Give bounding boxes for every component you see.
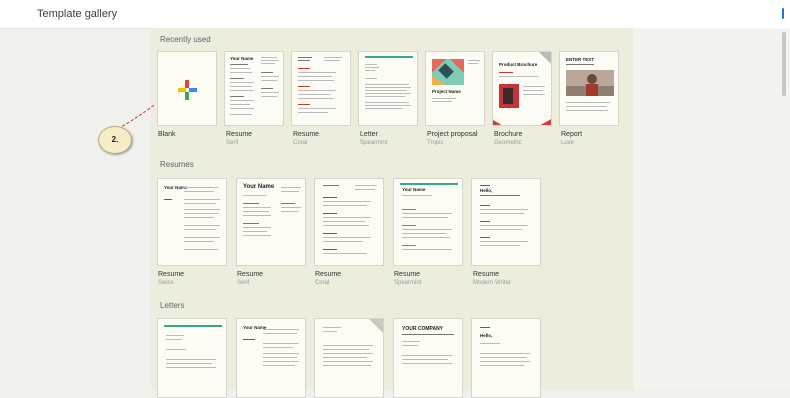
thumb-heading: ENTER TEXT bbox=[566, 57, 595, 62]
template-card-resume-coral-2[interactable] bbox=[314, 178, 384, 266]
template-name-brochure: Brochure bbox=[494, 131, 523, 138]
template-name-project-proposal: Project proposal bbox=[427, 131, 478, 138]
template-card-letter-5[interactable]: Hello, bbox=[471, 318, 541, 398]
scrollbar[interactable] bbox=[782, 32, 786, 96]
thumb-heading: Project Name bbox=[432, 89, 461, 94]
template-name-report: Report bbox=[561, 131, 583, 138]
template-sub-resume-serif: Serif bbox=[226, 140, 239, 146]
thumb-heading: YOUR COMPANY bbox=[402, 326, 444, 332]
template-card-resume-serif[interactable]: Your Name bbox=[224, 51, 284, 126]
template-card-letter-4[interactable]: YOUR COMPANY bbox=[393, 318, 463, 398]
template-sub-resume-serif-2: Serif bbox=[237, 280, 250, 286]
template-sub-report: Luxe bbox=[561, 140, 575, 146]
thumb-heading: Your Name bbox=[230, 56, 254, 61]
template-sub-project-proposal: Tropic bbox=[427, 140, 444, 146]
template-sub-resume-coral: Coral bbox=[293, 140, 308, 146]
step-callout-badge: 2. bbox=[98, 126, 132, 154]
report-cover-photo bbox=[566, 70, 614, 96]
template-card-brochure[interactable]: Product Brochure bbox=[492, 51, 552, 126]
right-empty-area bbox=[633, 28, 790, 389]
template-card-resume-serif-2[interactable]: Your Name bbox=[236, 178, 306, 266]
template-name-resume-serif-2: Resume bbox=[237, 271, 264, 278]
template-card-letter-spearmint[interactable] bbox=[358, 51, 418, 126]
template-sub-brochure: Geometric bbox=[494, 140, 522, 146]
template-card-resume-modern-writer[interactable]: Hello, bbox=[471, 178, 541, 266]
template-card-resume-coral[interactable] bbox=[291, 51, 351, 126]
thumb-heading: Your Name bbox=[243, 184, 275, 190]
template-sub-resume-coral-2: Coral bbox=[315, 280, 330, 286]
top-bar: Template gallery bbox=[0, 0, 790, 29]
template-card-report[interactable]: ENTER TEXT bbox=[559, 51, 619, 126]
more-options-icon[interactable] bbox=[782, 8, 784, 19]
template-name-letter-spearmint: Letter bbox=[360, 131, 378, 138]
app-title: Template gallery bbox=[37, 8, 118, 20]
thumb-heading: Your Name bbox=[402, 187, 426, 192]
template-sub-resume-modern-writer: Modern Writer bbox=[473, 280, 511, 286]
template-name-resume-swiss: Resume bbox=[158, 271, 185, 278]
template-sub-resume-spearmint: Spearmint bbox=[394, 280, 422, 286]
template-card-letter-1[interactable] bbox=[157, 318, 227, 398]
section-title-resumes: Resumes bbox=[160, 160, 194, 169]
thumb-heading: Product Brochure bbox=[499, 62, 538, 67]
template-card-resume-swiss[interactable]: Your Name bbox=[157, 178, 227, 266]
section-title-recently-used: Recently used bbox=[160, 35, 211, 44]
thumb-heading: Hello, bbox=[480, 188, 493, 193]
template-name-resume-coral: Resume bbox=[293, 131, 320, 138]
template-sub-resume-swiss: Swiss bbox=[158, 280, 174, 286]
section-title-letters: Letters bbox=[160, 301, 185, 310]
template-card-letter-3[interactable] bbox=[314, 318, 384, 398]
template-name-resume-spearmint: Resume bbox=[394, 271, 421, 278]
template-sub-letter-spearmint: Spearmint bbox=[360, 140, 388, 146]
template-name-resume-coral-2: Resume bbox=[315, 271, 342, 278]
template-name-resume-serif: Resume bbox=[226, 131, 253, 138]
template-card-resume-spearmint[interactable]: Your Name bbox=[393, 178, 463, 266]
template-name-resume-modern-writer: Resume bbox=[473, 271, 500, 278]
template-card-letter-2[interactable]: Your Name bbox=[236, 318, 306, 398]
template-card-project-proposal[interactable]: Project Name bbox=[425, 51, 485, 126]
thumb-heading: Hello, bbox=[480, 333, 493, 338]
